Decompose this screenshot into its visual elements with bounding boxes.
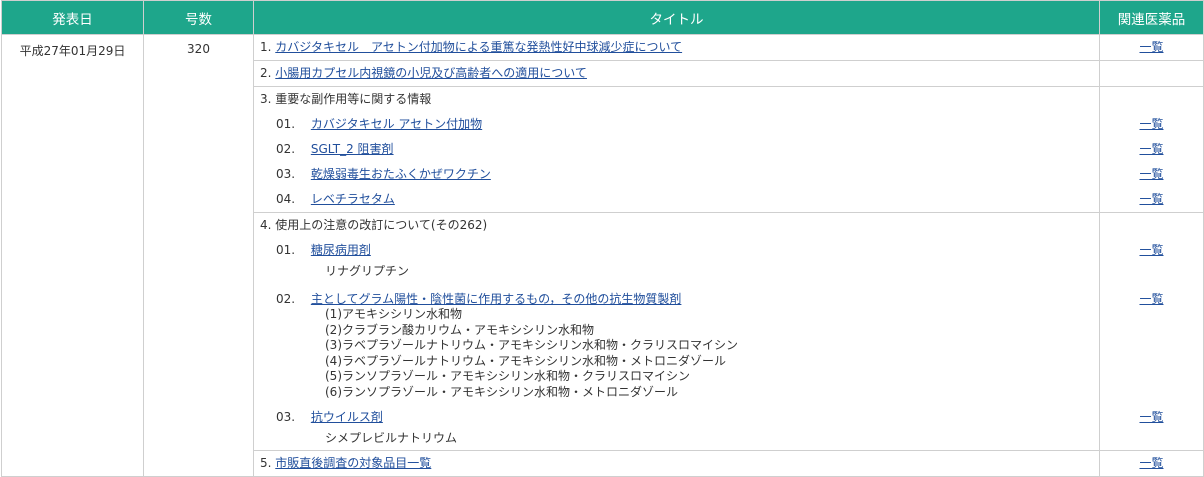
related-cell (1099, 60, 1204, 87)
issue-number: 320 (143, 34, 254, 477)
related-list-link[interactable]: 一覧 (1139, 117, 1163, 131)
related-list-link[interactable]: 一覧 (1139, 410, 1163, 424)
header-number: 号数 (143, 0, 254, 35)
drug-name: (3)ラベプラゾールナトリウム・アモキシシリン水和物・クラリスロマイシン (325, 338, 739, 352)
related-list-link[interactable]: 一覧 (1139, 456, 1163, 470)
title-cell: 3. 重要な副作用等に関する情報 01. カバジタキセル アセトン付加物 02.… (253, 86, 1100, 213)
header-related: 関連医薬品 (1099, 0, 1204, 35)
table-row: 平成27年01月29日 320 1. カバジタキセル アセトン付加物による重篤な… (1, 34, 1204, 477)
sub-item-link[interactable]: 主としてグラム陽性・陰性菌に作用するもの，その他の抗生物質製剤 (311, 292, 682, 306)
sub-item-link[interactable]: レベチラセタム (311, 192, 395, 206)
sub-item-number: 01. (276, 243, 296, 257)
drug-name: シメプレビルナトリウム (325, 431, 458, 445)
related-list-link[interactable]: 一覧 (1139, 40, 1163, 54)
drug-name: (6)ランソプラゾール・アモキシシリン水和物・メトロニダゾール (325, 384, 679, 399)
item-title: 使用上の注意の改訂について(その262) (275, 218, 488, 232)
drug-name: (2)クラブラン酸カリウム・アモキシシリン水和物 (325, 322, 594, 337)
sub-item-link[interactable]: 乾燥弱毒生おたふくかぜワクチン (311, 167, 491, 181)
item-number: 4. (260, 218, 272, 232)
related-list-link[interactable]: 一覧 (1139, 167, 1163, 181)
related-list-link[interactable]: 一覧 (1139, 292, 1163, 306)
sub-item-number: 01. (276, 117, 296, 131)
item-number: 5. (260, 456, 272, 470)
related-list-link[interactable]: 一覧 (1139, 192, 1163, 206)
drug-name: (4)ラベプラゾールナトリウム・アモキシシリン水和物・メトロニダゾール (325, 353, 727, 368)
title-cell: 2. 小腸用カプセル内視鏡の小児及び高齢者への適用について (253, 60, 1100, 87)
item-title-link[interactable]: 小腸用カプセル内視鏡の小児及び高齢者への適用について (275, 66, 587, 80)
related-list-link[interactable]: 一覧 (1139, 243, 1163, 257)
sub-item-link[interactable]: SGLT_2 阻害剤 (311, 142, 394, 156)
header-date: 発表日 (1, 0, 144, 35)
drug-name: (5)ランソプラゾール・アモキシシリン水和物・クラリスロマイシン (325, 369, 691, 383)
title-cell: 1. カバジタキセル アセトン付加物による重篤な発熱性好中球減少症について (253, 34, 1100, 61)
related-cell: 一覧 一覧 一覧 (1099, 212, 1204, 451)
related-cell: 一覧 (1099, 34, 1204, 61)
item-number: 3. (260, 92, 272, 106)
info-table: 発表日 号数 タイトル 関連医薬品 平成27年01月29日 320 1. カバジ… (1, 0, 1204, 477)
header-title: タイトル (253, 0, 1100, 35)
sub-item-number: 02. (276, 142, 296, 156)
item-title-link[interactable]: カバジタキセル アセトン付加物による重篤な発熱性好中球減少症について (275, 40, 682, 54)
title-cell: 4. 使用上の注意の改訂について(その262) 01. 糖尿病用剤 リナグリプチ… (253, 212, 1100, 451)
sub-item-number: 02. (276, 292, 296, 306)
item-title: 重要な副作用等に関する情報 (275, 92, 432, 106)
title-cell: 5. 市販直後調査の対象品目一覧 (253, 450, 1100, 477)
publish-date: 平成27年01月29日 (1, 34, 144, 477)
related-cell: 一覧 (1099, 450, 1204, 477)
item-title-link[interactable]: 市販直後調査の対象品目一覧 (275, 456, 431, 470)
item-number: 2. (260, 66, 272, 80)
item-number: 1. (260, 40, 272, 54)
sub-item-link[interactable]: 抗ウイルス剤 (311, 410, 383, 424)
related-list-link[interactable]: 一覧 (1139, 142, 1163, 156)
related-cell: 一覧 一覧 一覧 一覧 (1099, 86, 1204, 213)
sub-item-number: 03. (276, 167, 296, 181)
drug-name: (1)アモキシシリン水和物 (325, 307, 462, 321)
sub-item-link[interactable]: カバジタキセル アセトン付加物 (311, 117, 482, 131)
drug-name: リナグリプチン (325, 264, 410, 278)
sub-item-number: 03. (276, 410, 296, 424)
sub-item-link[interactable]: 糖尿病用剤 (311, 243, 371, 257)
drug-list: (1)アモキシシリン水和物 (2)クラブラン酸カリウム・アモキシシリン水和物 (… (254, 307, 1099, 400)
table-header-row: 発表日 号数 タイトル 関連医薬品 (1, 0, 1204, 35)
sub-item-number: 04. (276, 192, 296, 206)
